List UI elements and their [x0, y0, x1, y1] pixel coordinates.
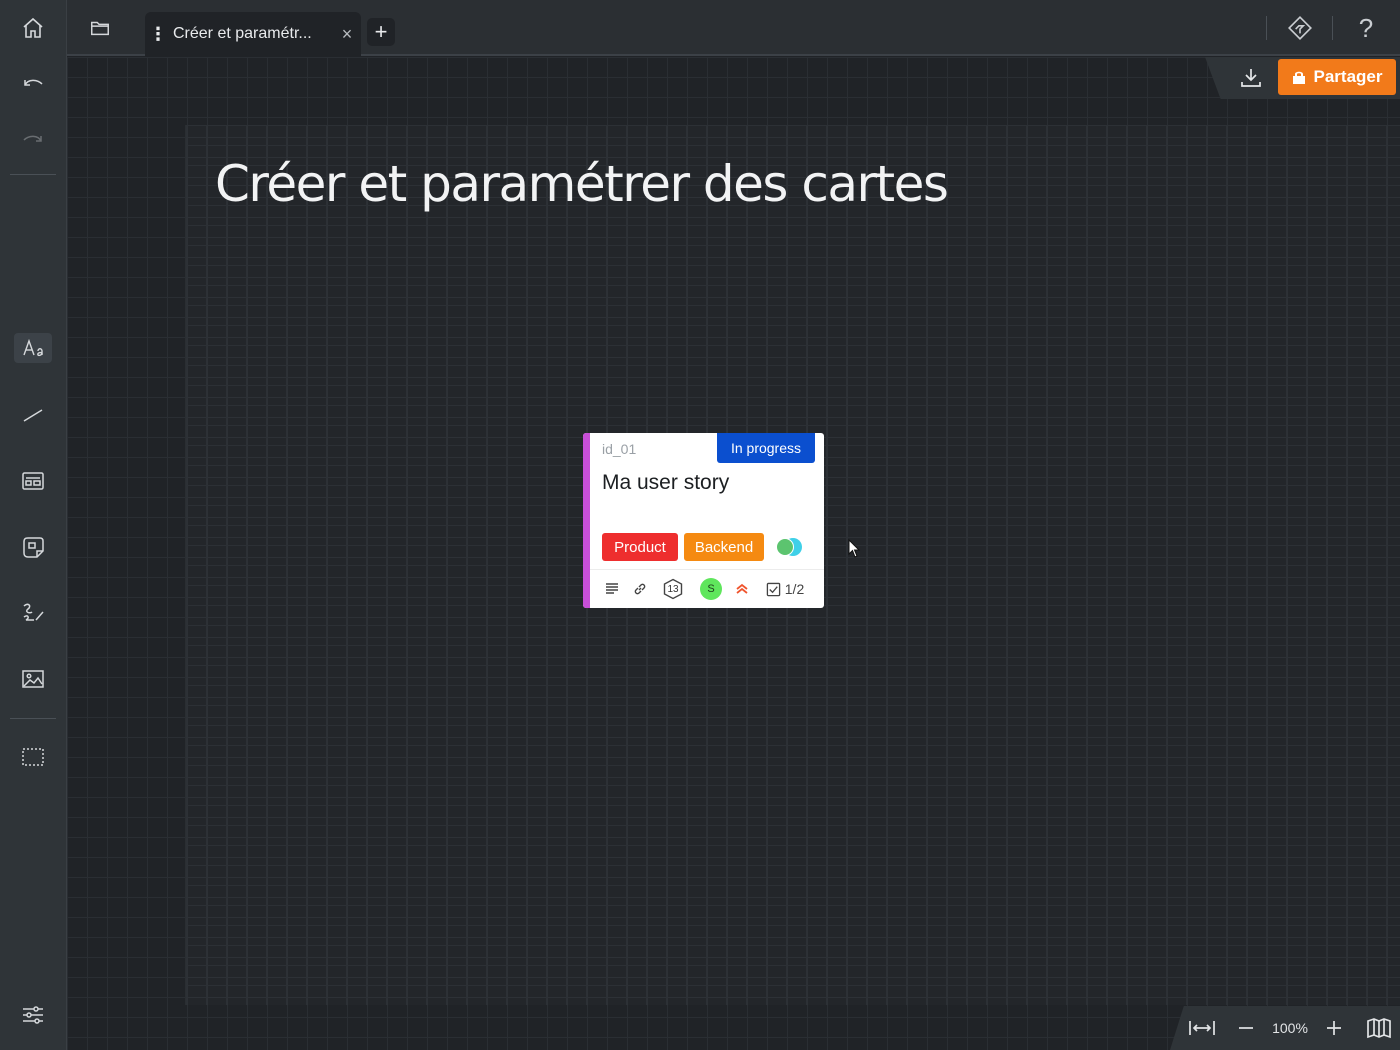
undo-button[interactable]: [14, 70, 52, 100]
download-icon: [1241, 69, 1261, 87]
status-badge[interactable]: In progress: [717, 433, 815, 463]
redo-icon: [23, 135, 42, 142]
toolbar-divider: [10, 174, 56, 175]
checkbox-icon: [766, 582, 781, 596]
close-icon[interactable]: ×: [333, 24, 361, 45]
plus-icon: [1327, 1021, 1341, 1035]
zoom-in-button[interactable]: [1322, 1014, 1346, 1042]
sliders-icon: [23, 1006, 43, 1024]
card-color-stripe: [583, 433, 590, 608]
top-bar: ⋮ Créer et paramétr... × + ?: [67, 0, 1400, 56]
line-icon: [23, 409, 43, 422]
folder-icon: [91, 21, 109, 36]
tab-board[interactable]: ⋮ Créer et paramétr... ×: [145, 12, 361, 56]
topbar-divider: [1266, 16, 1267, 40]
tab-menu-icon[interactable]: ⋮: [145, 25, 171, 43]
add-tab-button[interactable]: +: [367, 18, 395, 46]
download-button[interactable]: [1236, 63, 1266, 93]
member-avatars[interactable]: [776, 538, 806, 556]
checklist-count: 1/2: [784, 581, 805, 597]
link-icon: [634, 583, 646, 595]
link-button[interactable]: [630, 578, 650, 600]
frame-tool-button[interactable]: [14, 742, 52, 772]
left-toolbar: [0, 0, 67, 1050]
avatar-initial: S: [700, 578, 722, 600]
tag-backend[interactable]: Backend: [684, 533, 764, 561]
line-tool-button[interactable]: [14, 400, 52, 430]
map-icon: [1367, 1018, 1391, 1039]
user-story-card[interactable]: id_01 In progress Ma user story Product …: [583, 433, 824, 608]
help-button[interactable]: ?: [1352, 13, 1380, 43]
home-button[interactable]: [0, 0, 67, 56]
card-id: id_01: [602, 441, 637, 457]
share-label: Partager: [1313, 67, 1383, 86]
lock-icon: [1292, 71, 1305, 84]
toolbar-divider: [10, 718, 56, 719]
share-button[interactable]: Partager: [1278, 59, 1396, 95]
text-tool-button[interactable]: [14, 333, 52, 363]
fit-width-icon: [1189, 1021, 1215, 1035]
priority-high-icon: [736, 583, 748, 594]
image-icon: [22, 670, 44, 688]
minus-icon: [1239, 1027, 1253, 1029]
redo-button[interactable]: [14, 126, 52, 156]
story-points[interactable]: 13: [661, 578, 685, 600]
description-icon: [606, 583, 618, 594]
card-icon: [22, 472, 44, 490]
checklist-progress[interactable]: 1/2: [763, 578, 807, 600]
draw-tool-button[interactable]: [14, 598, 52, 628]
description-button[interactable]: [602, 578, 622, 600]
card-divider: [590, 569, 824, 570]
sticky-note-tool-button[interactable]: [14, 532, 52, 562]
image-tool-button[interactable]: [14, 664, 52, 694]
board-title[interactable]: Créer et paramétrer des cartes: [215, 155, 949, 213]
undo-icon: [24, 79, 43, 86]
topbar-divider: [1332, 16, 1333, 40]
diamond-icon: [1288, 16, 1312, 40]
dashed-frame-icon: [22, 748, 44, 766]
home-icon: [23, 17, 43, 38]
zoom-level[interactable]: 100%: [1268, 1014, 1312, 1042]
integration-button[interactable]: [1286, 14, 1314, 42]
tag-product[interactable]: Product: [602, 533, 678, 561]
pencil-draw-icon: [23, 603, 44, 621]
sticky-note-icon: [23, 537, 44, 558]
assignee-avatar[interactable]: S: [699, 578, 723, 600]
fit-width-button[interactable]: [1186, 1014, 1218, 1042]
settings-button[interactable]: [14, 1000, 52, 1030]
card-tool-button[interactable]: [14, 466, 52, 496]
zoom-out-button[interactable]: [1234, 1014, 1258, 1042]
folder-button[interactable]: [67, 0, 133, 56]
mouse-cursor-icon: [848, 539, 861, 558]
points-value: 13: [667, 583, 679, 595]
avatar: [776, 538, 794, 556]
priority-indicator[interactable]: [733, 578, 751, 600]
tab-label: Créer et paramétr...: [173, 25, 312, 42]
card-title[interactable]: Ma user story: [602, 471, 729, 495]
minimap-button[interactable]: [1364, 1014, 1394, 1042]
text-icon: [23, 338, 43, 357]
